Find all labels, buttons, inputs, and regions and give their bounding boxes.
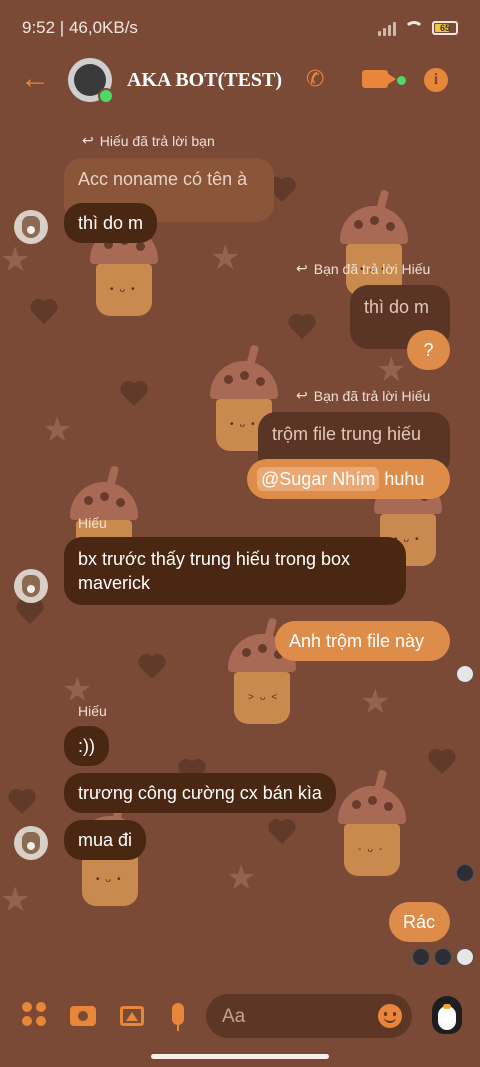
read-receipt-avatar <box>434 948 452 966</box>
battery-level: 65 <box>439 23 450 33</box>
reply-arrow-icon: ↩ <box>82 132 94 148</box>
message-input-box[interactable] <box>206 994 412 1040</box>
online-indicator <box>98 88 114 104</box>
phone-call-icon[interactable]: ✆ <box>306 66 324 92</box>
chat-header: ← AKA BOT(TEST) ✆ i <box>0 56 480 108</box>
reply-arrow-icon: ↩ <box>296 260 308 276</box>
avatar[interactable] <box>14 569 48 603</box>
status-icons: 65 <box>378 20 458 36</box>
reply-note: ↩ Bạn đã trả lời Hiếu <box>296 260 431 277</box>
read-receipt-avatar <box>412 948 430 966</box>
back-arrow-icon[interactable]: ← <box>20 64 50 94</box>
status-bar: 9:52 | 46,0KB/s 65 <box>0 0 480 56</box>
video-active-dot <box>397 76 406 85</box>
battery-icon: 65 <box>432 21 458 35</box>
mention[interactable]: @Sugar Nhím <box>257 467 380 491</box>
sender-name: Hiếu <box>78 515 107 531</box>
avatar[interactable] <box>14 826 48 860</box>
gallery-icon[interactable] <box>120 1006 144 1026</box>
read-receipt-avatar <box>456 665 474 683</box>
microphone-icon[interactable] <box>172 1003 184 1031</box>
outgoing-message[interactable]: Anh trộm file này <box>275 621 450 661</box>
reply-note: ↩ Bạn đã trả lời Hiếu <box>296 387 431 404</box>
incoming-message[interactable]: bx trước thấy trung hiếu trong box maver… <box>64 537 406 605</box>
message-text: huhu <box>384 469 425 489</box>
composer-bar <box>0 990 480 1044</box>
signal-icon <box>378 20 396 36</box>
video-call-icon[interactable] <box>362 70 396 88</box>
incoming-message[interactable]: mua đi <box>64 820 147 860</box>
home-indicator[interactable] <box>151 1054 329 1059</box>
reply-note: ↩ Hiếu đã trả lời bạn <box>82 132 215 149</box>
status-time: 9:52 | 46,0KB/s <box>22 18 138 37</box>
outgoing-message[interactable]: @Sugar Nhím huhu <box>247 459 450 499</box>
incoming-message[interactable]: trương công cường cx bán kìa <box>64 773 336 813</box>
read-receipt-avatar <box>456 948 474 966</box>
read-receipt-avatar <box>456 864 474 882</box>
info-icon[interactable]: i <box>424 68 448 92</box>
outgoing-message[interactable]: ? <box>407 330 450 370</box>
avatar[interactable] <box>14 210 48 244</box>
reply-arrow-icon: ↩ <box>296 387 308 403</box>
incoming-message[interactable]: thì do m <box>64 203 158 243</box>
camera-icon[interactable] <box>70 1006 96 1026</box>
emoji-icon[interactable] <box>378 1004 402 1028</box>
message-input[interactable] <box>220 994 374 1040</box>
apps-grid-icon[interactable] <box>22 1002 46 1026</box>
chat-title[interactable]: AKA BOT(TEST) <box>127 69 282 92</box>
sender-name: Hiếu <box>78 703 107 719</box>
incoming-message[interactable]: :)) <box>64 726 109 766</box>
quick-reaction-penguin-icon[interactable] <box>432 996 462 1034</box>
wifi-icon <box>404 21 424 35</box>
outgoing-message[interactable]: Rác <box>389 902 450 942</box>
